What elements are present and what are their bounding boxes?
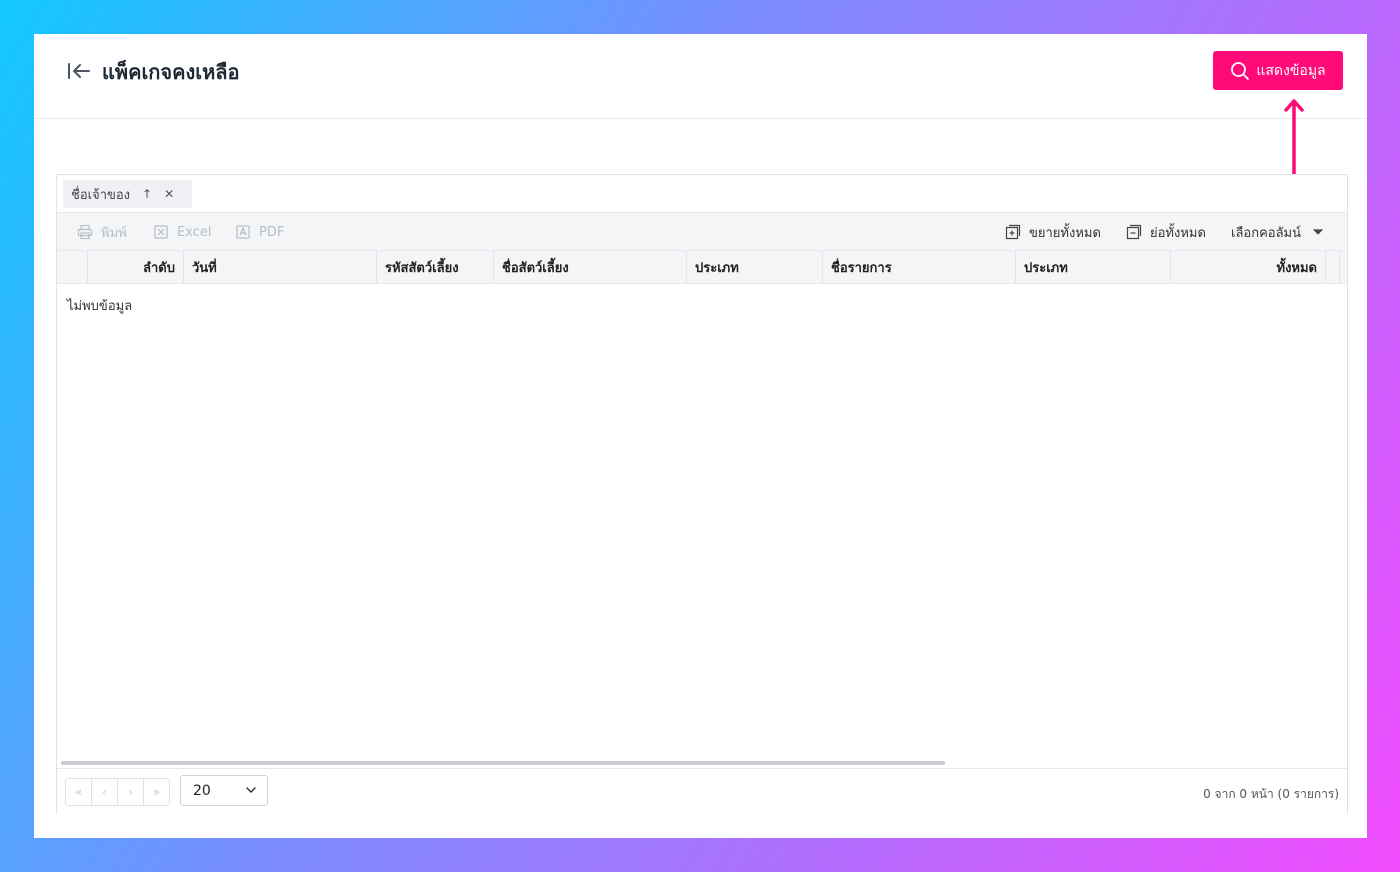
main-panel: แพ็คเกจคงเหลือ แสดงข้อมูล ชื่อเจ้าของ ↑ … <box>34 34 1367 838</box>
excel-export-button[interactable]: Excel <box>153 213 211 251</box>
scrollbar-spacer-column <box>1326 251 1340 284</box>
page-title: แพ็คเกจคงเหลือ <box>102 60 240 84</box>
caret-down-icon <box>1312 229 1324 235</box>
arrow-left-to-line-icon[interactable] <box>66 60 92 82</box>
page-info: 0 จาก 0 หน้า (0 รายการ) <box>1203 787 1339 801</box>
expand-all-label: ขยายทั้งหมด <box>1029 225 1101 241</box>
column-header-row: ลำดับ วันที่ รหัสสัตว์เลี้ยง ชื่อสัตว์เล… <box>57 251 1347 284</box>
print-label: พิมพ์ <box>101 225 127 241</box>
chevron-down-icon <box>246 787 256 794</box>
collapse-all-icon <box>1126 224 1142 240</box>
first-page-icon[interactable]: « <box>66 779 92 805</box>
print-button[interactable]: พิมพ์ <box>77 213 127 251</box>
pager: « ‹ › » <box>65 778 170 806</box>
next-page-icon[interactable]: › <box>118 779 144 805</box>
show-data-button-label: แสดงข้อมูล <box>1256 62 1326 79</box>
group-chip-owner-name[interactable]: ชื่อเจ้าของ ↑ ✕ <box>63 180 192 208</box>
pdf-icon <box>236 225 250 239</box>
close-icon[interactable]: ✕ <box>164 187 174 201</box>
previous-page-icon[interactable]: ‹ <box>92 779 118 805</box>
arrow-up-icon[interactable]: ↑ <box>142 187 152 201</box>
page-header: แพ็คเกจคงเหลือ แสดงข้อมูล <box>34 34 1367 119</box>
horizontal-scrollbar[interactable] <box>61 761 945 765</box>
expand-all-button[interactable]: ขยายทั้งหมด <box>1005 213 1101 251</box>
expand-all-icon <box>1005 224 1021 240</box>
grid-footer: « ‹ › » 20 0 จาก 0 หน้า (0 รายการ) <box>57 768 1347 814</box>
column-header-pet-type[interactable]: ประเภท <box>687 251 823 284</box>
data-grid: ชื่อเจ้าของ ↑ ✕ พิมพ์ Excel PDF ขยายทั้ง… <box>56 174 1348 814</box>
collapse-all-label: ย่อทั้งหมด <box>1150 225 1206 241</box>
excel-label: Excel <box>177 224 212 240</box>
column-header-item-name[interactable]: ชื่อรายการ <box>823 251 1016 284</box>
search-icon <box>1231 61 1250 80</box>
column-header-item-type[interactable]: ประเภท <box>1016 251 1171 284</box>
last-page-icon[interactable]: » <box>144 779 169 805</box>
group-indent-column <box>57 251 88 284</box>
group-panel: ชื่อเจ้าของ ↑ ✕ <box>57 175 1347 213</box>
group-chip-label: ชื่อเจ้าของ <box>71 187 131 203</box>
pdf-export-button[interactable]: PDF <box>235 213 284 251</box>
page-size-select[interactable]: 20 <box>180 775 268 806</box>
collapse-all-button[interactable]: ย่อทั้งหมด <box>1126 213 1206 251</box>
printer-icon <box>77 224 93 240</box>
show-data-button[interactable]: แสดงข้อมูล <box>1213 51 1343 90</box>
column-header-index[interactable]: ลำดับ <box>88 251 184 284</box>
annotation-arrow-icon <box>1284 99 1304 176</box>
pdf-label: PDF <box>259 224 285 240</box>
column-header-pet-name[interactable]: ชื่อสัตว์เลี้ยง <box>494 251 687 284</box>
excel-icon <box>154 225 168 239</box>
column-chooser-label: เลือกคอลัมน์ <box>1231 225 1302 241</box>
column-header-total[interactable]: ทั้งหมด <box>1171 251 1326 284</box>
grid-toolbar: พิมพ์ Excel PDF ขยายทั้งหมด ย่อทั้งหมด เ… <box>57 213 1347 251</box>
column-header-pet-code[interactable]: รหัสสัตว์เลี้ยง <box>377 251 494 284</box>
page-size-value: 20 <box>193 782 211 799</box>
column-chooser-button[interactable]: เลือกคอลัมน์ <box>1231 213 1325 251</box>
no-data-message: ไม่พบข้อมูล <box>67 299 133 314</box>
column-header-date[interactable]: วันที่ <box>184 251 377 284</box>
